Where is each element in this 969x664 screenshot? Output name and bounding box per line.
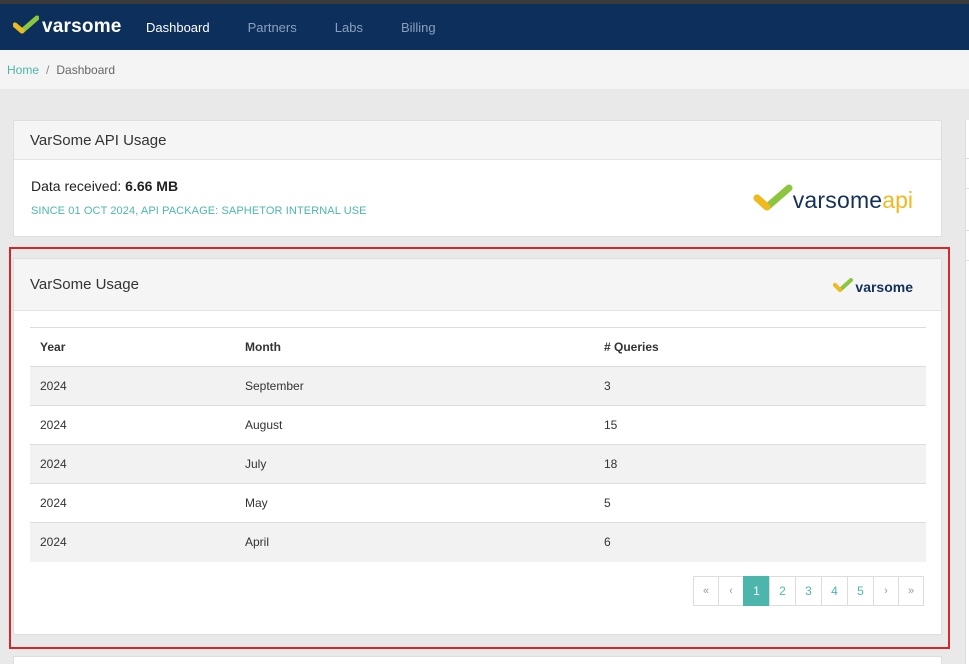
brand-logo[interactable]: varsome [12, 15, 137, 40]
nav-partners[interactable]: Partners [248, 20, 297, 35]
adjacent-card-divider [965, 230, 969, 231]
brand-name: varsome [42, 16, 122, 37]
adjacent-card-divider [965, 188, 969, 189]
highlight-box [9, 247, 950, 649]
nav-labs[interactable]: Labs [335, 20, 363, 35]
data-received-label: Data received: [31, 178, 122, 194]
varsome-check-icon [12, 15, 40, 40]
breadcrumb-current: Dashboard [56, 62, 116, 77]
next-card-top [13, 656, 942, 664]
breadcrumb-separator: / [46, 62, 50, 77]
breadcrumb-home-link[interactable]: Home [7, 63, 39, 77]
data-received: Data received: 6.66 MB [31, 178, 178, 194]
varsome-api-logo: varsome api [753, 183, 913, 218]
nav-dashboard[interactable]: Dashboard [146, 20, 210, 35]
nav-billing[interactable]: Billing [401, 20, 436, 35]
breadcrumb: Home / Dashboard [0, 50, 969, 89]
adjacent-card-edge [965, 120, 969, 664]
api-logo-suffix: api [882, 187, 913, 213]
api-usage-title: VarSome API Usage [14, 121, 941, 160]
api-package-info: SINCE 01 OCT 2024, API PACKAGE: SAPHETOR… [31, 205, 367, 217]
adjacent-card-divider [965, 260, 969, 261]
api-logo-text: varsome [792, 187, 883, 213]
data-received-value: 6.66 MB [125, 178, 179, 194]
api-usage-card: VarSome API Usage Data received: 6.66 MB… [13, 120, 942, 237]
varsome-check-icon [753, 183, 793, 218]
top-navbar: varsome Dashboard Partners Labs Billing [0, 4, 969, 50]
adjacent-card-divider [965, 158, 969, 159]
